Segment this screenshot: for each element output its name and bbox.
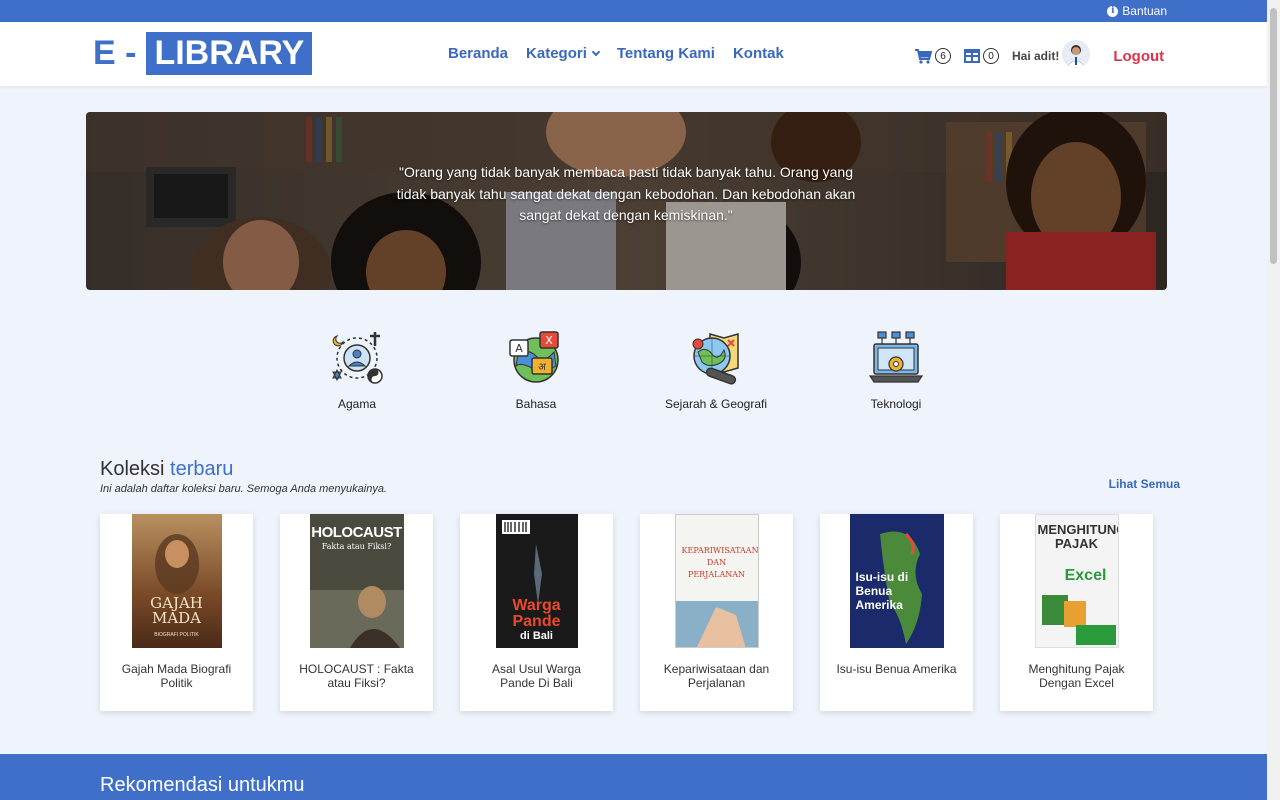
svg-text:A: A bbox=[515, 342, 523, 355]
category-label: Agama bbox=[337, 397, 377, 411]
category-agama[interactable]: Agama bbox=[287, 330, 427, 411]
recommend-title: Rekomendasi untukmu bbox=[100, 774, 305, 796]
book-title: Kepariwisataan dan Perjalanan bbox=[663, 662, 770, 690]
cart-count-badge: 6 bbox=[935, 48, 951, 64]
book-card[interactable]: Warga Pande di Bali Asal Usul Warga Pand… bbox=[460, 514, 613, 711]
book-card[interactable]: KEPARIWISATAAN DAN PERJALANAN Kepariwisa… bbox=[640, 514, 793, 711]
nav-beranda[interactable]: Beranda bbox=[448, 45, 508, 62]
logout-button[interactable]: Logout bbox=[1113, 48, 1164, 65]
book-title: Gajah Mada Biografi Politik bbox=[121, 662, 232, 690]
category-teknologi[interactable]: Teknologi bbox=[826, 330, 966, 411]
latest-title-prefix: Koleksi bbox=[100, 458, 165, 480]
book-cover: Warga Pande di Bali bbox=[495, 514, 578, 648]
hero-quote: "Orang yang tidak banyak membaca pasti t… bbox=[396, 164, 856, 223]
cover-title: GAJAH MADA bbox=[150, 594, 203, 627]
chevron-down-icon bbox=[591, 47, 601, 57]
book-card[interactable]: Isu-isu di Benua Amerika Isu-isu Benua A… bbox=[820, 514, 973, 711]
help-label: Bantuan bbox=[1122, 4, 1167, 18]
top-bar: i Bantuan bbox=[0, 0, 1267, 22]
book-title: HOLOCAUST : Fakta atau Fiksi? bbox=[299, 662, 414, 690]
recommend-section: Rekomendasi untukmu bbox=[0, 754, 1267, 800]
book-title: Asal Usul Warga Pande Di Bali bbox=[492, 662, 581, 690]
category-sejarah-geografi[interactable]: Sejarah & Geografi bbox=[646, 330, 786, 411]
book-card[interactable]: MENGHITUNG PAJAK Excel Menghitung Pajak … bbox=[1000, 514, 1153, 711]
book-cover: MENGHITUNG PAJAK Excel bbox=[1034, 514, 1119, 648]
book-cover: Isu-isu di Benua Amerika bbox=[849, 514, 944, 648]
history-geography-icon bbox=[692, 333, 739, 385]
book-cover: KEPARIWISATAAN DAN PERJALANAN bbox=[674, 514, 759, 648]
category-bahasa[interactable]: A X अ Bahasa bbox=[466, 330, 606, 411]
cover-subtitle: di Bali bbox=[519, 630, 553, 642]
brand-logo[interactable]: E - LIBRARY bbox=[93, 32, 313, 75]
page-scrollbar[interactable] bbox=[1267, 0, 1280, 800]
main-menu: Beranda Kategori Tentang Kami Kontak bbox=[448, 45, 784, 62]
latest-title: Koleksi terbaru bbox=[100, 458, 233, 481]
brand-prefix: E - bbox=[93, 34, 137, 72]
navbar: E - LIBRARY Beranda Kategori Tentang Kam… bbox=[0, 22, 1267, 86]
book-card[interactable]: GAJAH MADA BIOGRAFI POLITIK Gajah Mada B… bbox=[100, 514, 253, 711]
svg-text:अ: अ bbox=[538, 362, 546, 373]
book-title: Isu-isu Benua Amerika bbox=[836, 662, 957, 676]
book-cover: GAJAH MADA BIOGRAFI POLITIK bbox=[131, 514, 222, 648]
scrollbar-thumb[interactable] bbox=[1270, 8, 1277, 264]
nav-tentang-kami[interactable]: Tentang Kami bbox=[617, 45, 715, 62]
nav-kontak[interactable]: Kontak bbox=[733, 45, 784, 62]
collection-button[interactable]: 0 bbox=[964, 48, 999, 64]
language-icon: A X अ bbox=[509, 331, 559, 383]
latest-subtitle: Ini adalah daftar koleksi baru. Semoga A… bbox=[100, 483, 387, 495]
avatar[interactable] bbox=[1062, 40, 1091, 68]
religion-icon bbox=[332, 332, 383, 384]
user-nav: 6 0 Hai adit! Logout bbox=[915, 40, 1164, 70]
cart-icon bbox=[915, 48, 932, 64]
category-label: Bahasa bbox=[515, 397, 557, 411]
category-label: Teknologi bbox=[870, 397, 922, 411]
book-cover: HOLOCAUST Fakta atau Fiksi? bbox=[309, 514, 404, 648]
info-circle-icon: i bbox=[1107, 5, 1119, 17]
nav-kategori[interactable]: Kategori bbox=[526, 45, 601, 62]
cover-title: Isu-isu di Benua Amerika bbox=[855, 570, 909, 612]
table-icon bbox=[964, 49, 980, 63]
book-card[interactable]: HOLOCAUST Fakta atau Fiksi? HOLOCAUST : … bbox=[280, 514, 433, 711]
see-all-link[interactable]: Lihat Semua bbox=[1109, 477, 1180, 491]
hero-banner: "Orang yang tidak banyak membaca pasti t… bbox=[86, 112, 1167, 290]
technology-icon bbox=[868, 331, 924, 383]
svg-text:X: X bbox=[545, 334, 553, 347]
nav-kategori-label: Kategori bbox=[526, 45, 587, 62]
book-title: Menghitung Pajak Dengan Excel bbox=[1028, 662, 1125, 690]
book-list: GAJAH MADA BIOGRAFI POLITIK Gajah Mada B… bbox=[100, 514, 1153, 711]
cover-title: Warga Pande bbox=[512, 597, 561, 630]
latest-title-accent: terbaru bbox=[170, 458, 234, 480]
category-label: Sejarah & Geografi bbox=[664, 397, 768, 411]
user-greeting: Hai adit! bbox=[1012, 49, 1060, 63]
cart-button[interactable]: 6 bbox=[915, 48, 951, 64]
help-link[interactable]: i Bantuan bbox=[1107, 4, 1167, 18]
collection-count-badge: 0 bbox=[983, 48, 999, 64]
brand-main: LIBRARY bbox=[146, 32, 313, 75]
cover-subtitle: BIOGRAFI POLITIK bbox=[154, 632, 199, 638]
